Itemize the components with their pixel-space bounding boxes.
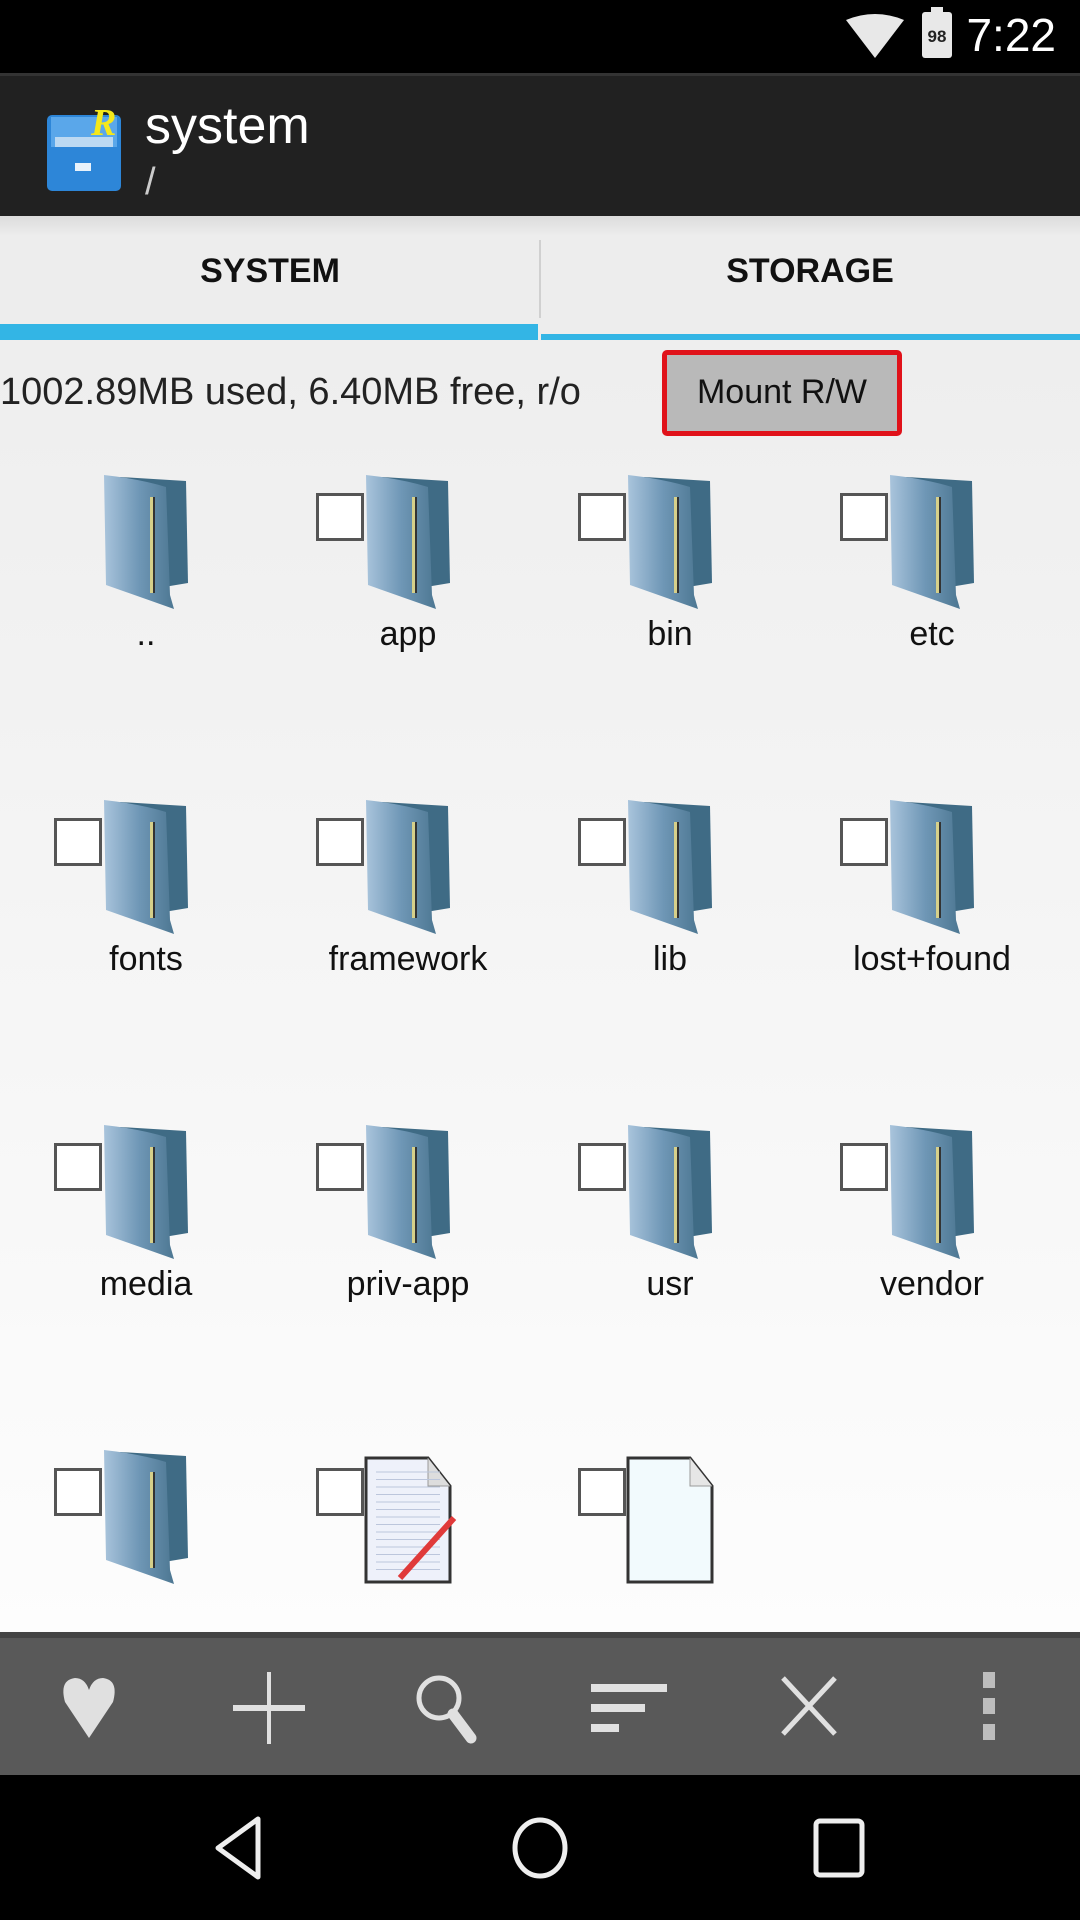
tab-bar: SYSTEM STORAGE (0, 216, 1080, 340)
battery-icon: 98 (922, 7, 952, 58)
wifi-icon (846, 14, 904, 58)
root-explorer-app-icon[interactable]: R (45, 101, 127, 193)
select-checkbox[interactable] (54, 1468, 102, 1516)
recents-icon[interactable] (812, 1815, 868, 1881)
home-icon[interactable] (510, 1815, 570, 1881)
select-checkbox[interactable] (316, 493, 364, 541)
select-checkbox[interactable] (578, 493, 626, 541)
select-checkbox[interactable] (316, 818, 364, 866)
item-label: priv-app (346, 1265, 470, 1303)
bottom-toolbar (0, 1632, 1080, 1775)
storage-info: 1002.89MB used, 6.40MB free, r/o (0, 371, 581, 413)
close-icon[interactable] (769, 1668, 849, 1748)
page-title: system (145, 97, 310, 155)
item-label: app (379, 615, 437, 653)
add-icon[interactable] (229, 1668, 309, 1748)
item-label: lost+found (853, 940, 1011, 978)
grid-item-folder[interactable]: lost+found (840, 798, 1080, 1098)
status-bar: 98 7:22 (0, 0, 1080, 73)
tab-system[interactable]: SYSTEM (0, 216, 540, 340)
current-path: / (145, 161, 156, 203)
sort-icon[interactable] (589, 1668, 669, 1748)
search-icon[interactable] (409, 1668, 489, 1748)
svg-text:R: R (90, 102, 116, 144)
grid-item-folder[interactable]: vendor (840, 1123, 1080, 1423)
select-checkbox[interactable] (316, 1468, 364, 1516)
item-label: lib (652, 940, 688, 978)
item-label: bin (647, 615, 693, 653)
file-grid: 1002.89MB used, 6.40MB free, r/o Mount R… (0, 340, 1080, 1632)
selected-tab-indicator (0, 324, 538, 340)
item-label: framework (328, 940, 488, 978)
back-icon[interactable] (210, 1815, 270, 1881)
app-bar: R system / (0, 73, 1080, 216)
select-checkbox[interactable] (54, 1143, 102, 1191)
select-checkbox[interactable] (578, 1143, 626, 1191)
select-checkbox[interactable] (316, 1143, 364, 1191)
overflow-menu-icon[interactable] (949, 1668, 1029, 1748)
favorite-icon[interactable] (49, 1668, 129, 1748)
select-checkbox[interactable] (840, 818, 888, 866)
select-checkbox[interactable] (578, 1468, 626, 1516)
tab-storage[interactable]: STORAGE (540, 216, 1080, 340)
select-checkbox[interactable] (54, 818, 102, 866)
item-label: vendor (880, 1265, 984, 1303)
clock: 7:22 (966, 9, 1056, 61)
select-checkbox[interactable] (578, 818, 626, 866)
navigation-bar (0, 1775, 1080, 1920)
select-checkbox[interactable] (840, 1143, 888, 1191)
item-label: media (99, 1265, 193, 1303)
item-label: etc (909, 615, 955, 653)
item-label: .. (136, 615, 156, 653)
item-label: fonts (109, 940, 183, 978)
grid-item-folder[interactable]: etc (840, 473, 1080, 773)
select-checkbox[interactable] (840, 493, 888, 541)
item-label: usr (646, 1265, 694, 1303)
mount-rw-button[interactable]: Mount R/W (662, 350, 902, 436)
